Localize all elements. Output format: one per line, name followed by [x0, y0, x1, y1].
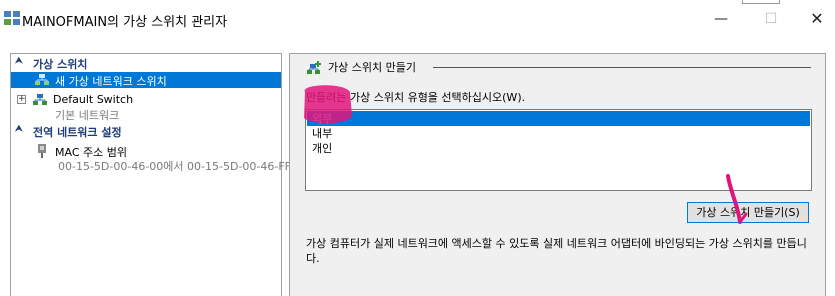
- maximize-button[interactable]: ☐: [756, 8, 786, 30]
- tree-item-label: Default Switch: [53, 93, 134, 106]
- network-switch-icon: [35, 74, 49, 85]
- tree-item-subtitle: 00-15-5D-00-46-00에서 00-15-5D-00-46-FF: [58, 160, 291, 173]
- switch-type-description: 가상 컴퓨터가 실제 네트워크에 액세스할 수 있도록 실제 네트워크 어댑터에…: [306, 237, 807, 265]
- create-switch-button[interactable]: 가상 스위치 만들기(S): [687, 202, 809, 223]
- close-button[interactable]: ✕: [802, 8, 832, 30]
- expand-icon[interactable]: +: [17, 95, 26, 104]
- group-divider: [433, 67, 811, 68]
- collapse-chevron-icon[interactable]: ⮝: [15, 56, 23, 66]
- create-switch-pane: 가상 스위치 만들기 만들려는 가상 스위치 유형을 선택하십시오(W). 외부…: [289, 53, 826, 296]
- section-label: 전역 네트워크 설정: [33, 126, 122, 139]
- tree-item-mac-range[interactable]: MAC 주소 범위: [11, 143, 281, 159]
- add-switch-icon: [307, 61, 321, 74]
- section-label: 가상 스위치: [33, 58, 88, 71]
- switch-type-list[interactable]: 외부 내부 개인: [305, 109, 812, 191]
- window-title: MAINOFMAIN의 가상 스위치 관리자: [22, 15, 228, 30]
- switch-manager-icon: [4, 11, 20, 25]
- tree-item-subtitle: 기본 네트워크: [55, 109, 120, 122]
- tree-item-label: 새 가상 네트워크 스위치: [55, 75, 167, 88]
- list-item-private[interactable]: 개인: [307, 141, 810, 156]
- switch-type-prompt: 만들려는 가상 스위치 유형을 선택하십시오(W).: [306, 91, 526, 104]
- network-adapter-icon: [38, 144, 46, 158]
- background-window-edge: [742, 0, 780, 4]
- collapse-chevron-icon[interactable]: ⮝: [15, 124, 23, 134]
- group-title: 가상 스위치 만들기: [328, 61, 416, 74]
- network-switch-icon: [33, 94, 47, 105]
- title-bar: MAINOFMAIN의 가상 스위치 관리자 — ☐ ✕: [0, 0, 835, 40]
- list-item-external[interactable]: 외부: [307, 111, 810, 126]
- tree-item-new-switch[interactable]: 새 가상 네트워크 스위치: [11, 72, 281, 88]
- tree-item-default-switch[interactable]: + Default Switch: [11, 92, 281, 108]
- list-item-internal[interactable]: 내부: [307, 126, 810, 141]
- section-global-settings[interactable]: ⮝ 전역 네트워크 설정: [11, 123, 281, 139]
- minimize-button[interactable]: —: [706, 8, 736, 30]
- switch-tree-pane: ⮝ 가상 스위치 새 가상 네트워크 스위치 + Default Switch …: [10, 53, 291, 296]
- section-virtual-switches[interactable]: ⮝ 가상 스위치: [11, 55, 281, 71]
